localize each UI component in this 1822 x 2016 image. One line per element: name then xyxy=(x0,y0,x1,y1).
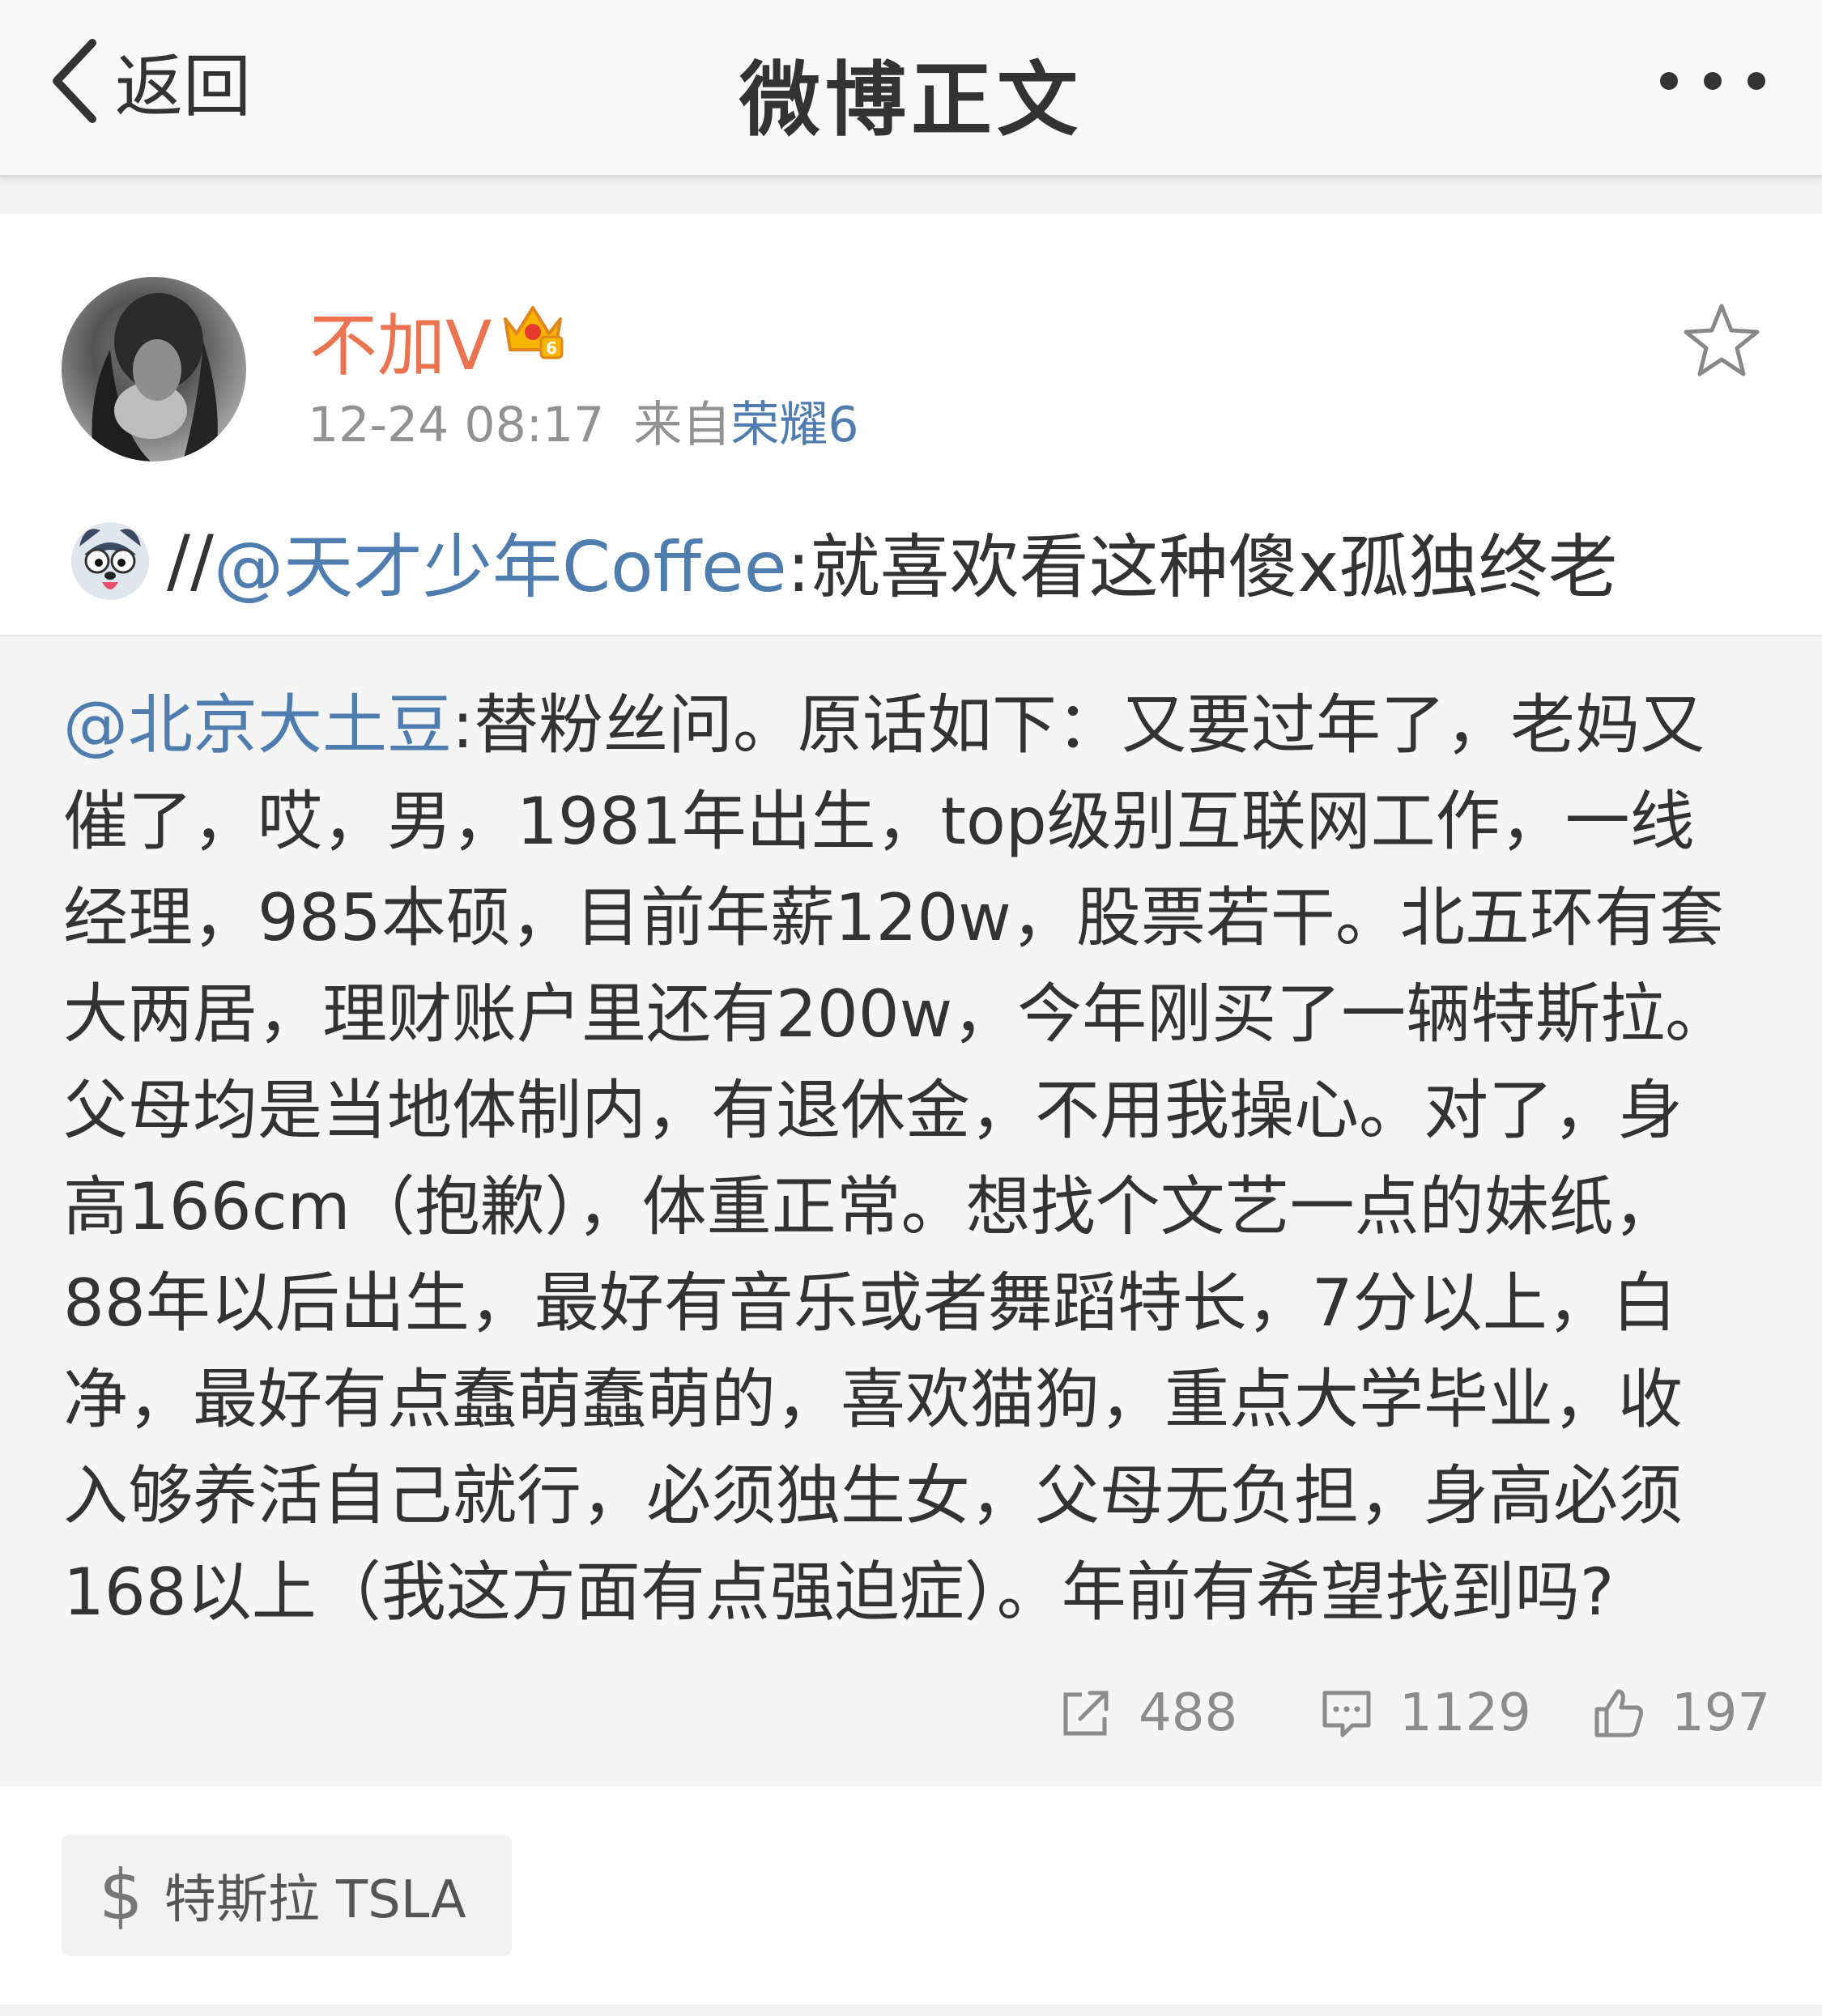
repost-button[interactable]: 488 xyxy=(1058,1673,1237,1754)
post-meta: 12-24 08:17 来自荣耀6 xyxy=(308,385,859,456)
text-line: 父母均是当地体制内，有退休金，不用我操心。对了，身 xyxy=(63,1073,1683,1148)
comment-button[interactable]: 1129 xyxy=(1318,1673,1531,1754)
stock-tag-label: 特斯拉 TSLA xyxy=(164,1870,466,1930)
comment-icon xyxy=(1322,1691,1371,1737)
text-line: 高166cm（抱歉），体重正常。想找个文艺一点的妹纸， xyxy=(63,1169,1679,1244)
page-title: 微博正文 xyxy=(739,53,1083,147)
text-line: 催了，哎，男，1981年出生，top级别互联网工作，一线 xyxy=(63,784,1695,859)
text-line: @北京大土豆:替粉丝问。原话如下：又要过年了，老妈又 xyxy=(63,677,1764,773)
repost-comment-text: :就喜欢看这种傻x孤独终老 xyxy=(786,527,1618,608)
svg-text:6: 6 xyxy=(546,338,557,358)
text-line: 经理，985本硕，目前年薪120w，股票若干。北五环有套 xyxy=(63,880,1724,955)
text-line: 净，最好有点蠢萌蠢萌的，喜欢猫狗，重点大学毕业，收 xyxy=(63,1362,1683,1437)
repost-prefix: // xyxy=(167,520,214,602)
like-button[interactable]: 197 xyxy=(1590,1673,1770,1754)
post-text: //@天才少年Coffee:就喜欢看这种傻x孤独终老 xyxy=(68,510,1618,611)
repost-mention-link[interactable]: @天才少年Coffee xyxy=(214,510,787,611)
repost-count: 488 xyxy=(1139,1683,1238,1743)
post-card: 不加V 6 12-24 08:17 来自荣耀6 //@天才少年Coffee:就喜欢… xyxy=(0,214,1822,635)
original-post-text: @北京大土豆:替粉丝问。原话如下：又要过年了，老妈又 催了，哎，男，1981年出… xyxy=(63,677,1764,1640)
vip-crown-icon[interactable]: 6 xyxy=(499,295,567,363)
thumbs-up-icon xyxy=(1594,1689,1643,1737)
stock-tag-button[interactable]: $ 特斯拉 TSLA xyxy=(62,1835,512,1956)
more-dot-icon xyxy=(1660,72,1678,90)
original-post-block[interactable]: @北京大土豆:替粉丝问。原话如下：又要过年了，老妈又 催了，哎，男，1981年出… xyxy=(0,635,1822,1788)
original-author-mention-link[interactable]: @北京大土豆 xyxy=(63,687,452,763)
dollar-icon: $ xyxy=(99,1855,143,1936)
like-count: 197 xyxy=(1671,1683,1771,1743)
dog-face-emoji-icon xyxy=(71,521,149,600)
username[interactable]: 不加V xyxy=(309,291,492,389)
source-prefix: 来自 xyxy=(633,397,731,453)
text-line: 88年以后出生，最好有音乐或者舞蹈特长，7分以上，白 xyxy=(63,1265,1677,1341)
original-post-actions: 488 1129 197 xyxy=(0,1673,1822,1754)
post-timestamp: 12-24 08:17 xyxy=(308,397,605,453)
top-navigation-bar: 返回 微博正文 xyxy=(0,0,1822,177)
favorite-star-icon[interactable] xyxy=(1683,301,1760,379)
avatar-photo-icon xyxy=(92,293,218,461)
more-options-button[interactable] xyxy=(1660,70,1765,92)
share-icon xyxy=(1063,1691,1109,1736)
topic-tag-section: $ 特斯拉 TSLA xyxy=(0,1786,1822,2005)
comment-count: 1129 xyxy=(1399,1683,1531,1743)
source-device[interactable]: 荣耀6 xyxy=(730,397,858,453)
avatar[interactable] xyxy=(62,277,246,461)
text-line: 大两居，理财账户里还有200w，今年刚买了一辆特斯拉。 xyxy=(63,976,1730,1052)
text-line-content: :替粉丝问。原话如下：又要过年了，老妈又 xyxy=(452,687,1705,763)
text-line: 168以上（我这方面有点强迫症）。年前有希望找到吗? xyxy=(63,1555,1615,1630)
more-dot-icon xyxy=(1748,72,1765,90)
text-line: 入够养活自己就行，必须独生女，父母无负担，身高必须 xyxy=(63,1458,1683,1533)
more-dot-icon xyxy=(1704,72,1722,90)
